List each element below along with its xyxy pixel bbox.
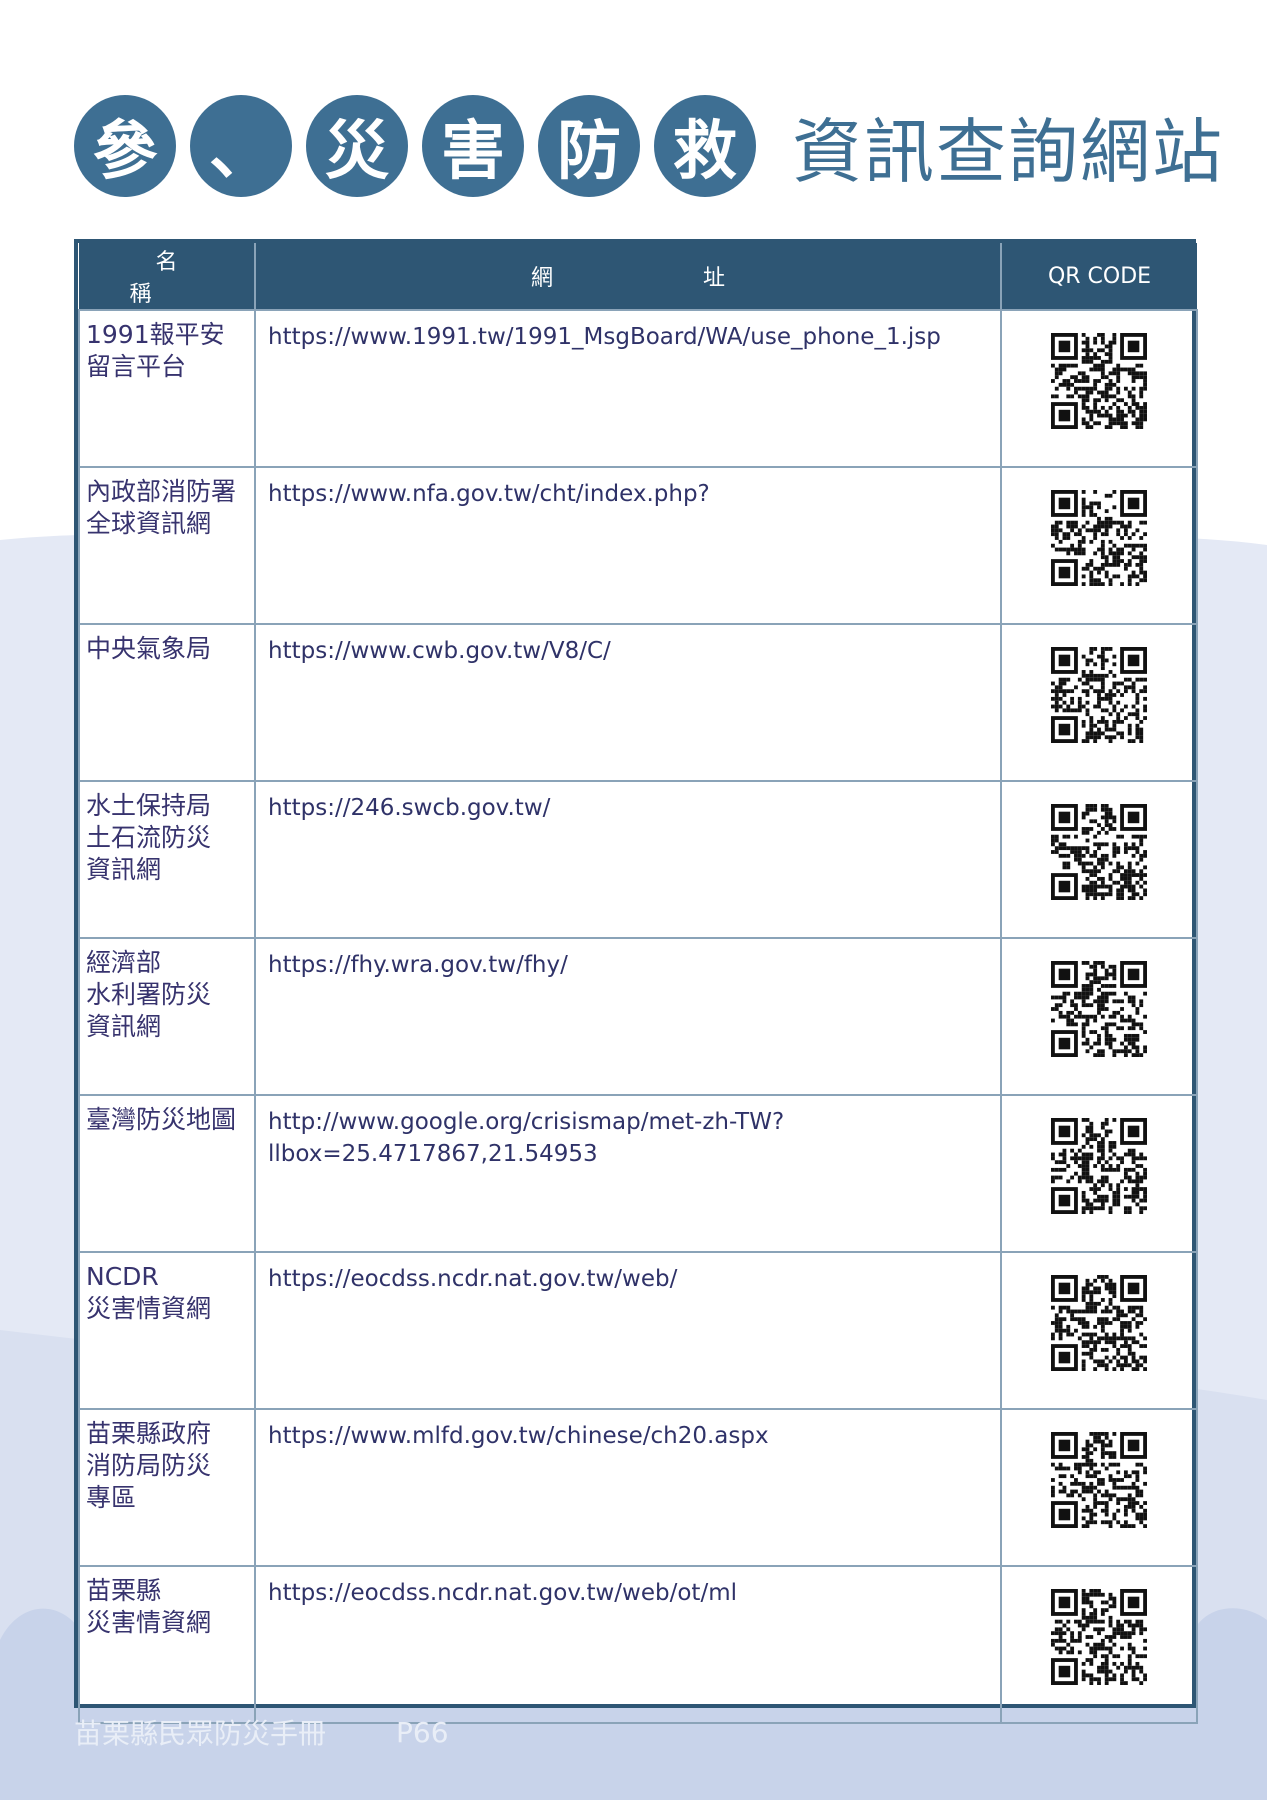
qr-code-cell <box>1000 937 1198 1096</box>
title-circle: 災 <box>306 95 408 197</box>
qr-code-cell <box>1000 1251 1198 1410</box>
site-url-link[interactable]: https://www.cwb.gov.tw/V8/C/ <box>254 623 1002 782</box>
site-name: 臺灣防災地圖 <box>78 1094 256 1253</box>
page-title: 參 、 災 害 防 救 資訊查詢網站 <box>74 92 1224 200</box>
table-row: NCDR 災害情資網 https://eocdss.ncdr.nat.gov.tw… <box>78 1251 1198 1410</box>
qr-code-cell <box>1000 1565 1198 1724</box>
title-circle: 防 <box>538 95 640 197</box>
site-name: 苗栗縣 災害情資網 <box>78 1565 256 1724</box>
qr-code-icon <box>1051 1275 1147 1371</box>
site-name: 內政部消防署 全球資訊網 <box>78 466 256 625</box>
table-row: 臺灣防災地圖 http://www.google.org/crisismap/me… <box>78 1094 1198 1253</box>
table-row: 經濟部 水利署防災 資訊網 https://fhy.wra.gov.tw/fhy/ <box>78 937 1198 1096</box>
site-name: NCDR 災害情資網 <box>78 1251 256 1410</box>
site-url-link[interactable]: https://246.swcb.gov.tw/ <box>254 780 1002 939</box>
site-url-link[interactable]: https://eocdss.ncdr.nat.gov.tw/web/ <box>254 1251 1002 1410</box>
site-url-link[interactable]: http://www.google.org/crisismap/met-zh-T… <box>254 1094 1002 1253</box>
table-row: 中央氣象局 https://www.cwb.gov.tw/V8/C/ <box>78 623 1198 782</box>
title-circle: 害 <box>422 95 524 197</box>
qr-code-icon <box>1051 490 1147 586</box>
qr-code-icon <box>1051 804 1147 900</box>
table-row: 1991報平安 留言平台 https://www.1991.tw/1991_Msg… <box>78 309 1198 468</box>
qr-code-icon <box>1051 961 1147 1057</box>
table-row: 水土保持局 土石流防災 資訊網 https://246.swcb.gov.tw/ <box>78 780 1198 939</box>
site-name: 苗栗縣政府 消防局防災 專區 <box>78 1408 256 1567</box>
qr-code-cell <box>1000 466 1198 625</box>
site-url-link[interactable]: https://fhy.wra.gov.tw/fhy/ <box>254 937 1002 1096</box>
qr-code-cell <box>1000 309 1198 468</box>
qr-code-cell <box>1000 1094 1198 1253</box>
title-circle: 救 <box>654 95 756 197</box>
qr-code-cell <box>1000 780 1198 939</box>
header-name: 名稱 <box>79 243 255 310</box>
qr-code-cell <box>1000 623 1198 782</box>
qr-code-icon <box>1051 1118 1147 1214</box>
qr-code-icon <box>1051 647 1147 743</box>
table-row: 苗栗縣政府 消防局防災 專區 https://www.mlfd.gov.tw/ch… <box>78 1408 1198 1567</box>
page-number: P66 <box>396 1715 449 1749</box>
site-url-link[interactable]: https://www.1991.tw/1991_MsgBoard/WA/use… <box>254 309 1002 468</box>
table-row: 內政部消防署 全球資訊網 https://www.nfa.gov.tw/cht/i… <box>78 466 1198 625</box>
site-name: 1991報平安 留言平台 <box>78 309 256 468</box>
qr-code-cell <box>1000 1408 1198 1567</box>
qr-code-icon <box>1051 333 1147 429</box>
page-subtitle: 資訊查詢網站 <box>792 110 1224 193</box>
site-name: 經濟部 水利署防災 資訊網 <box>78 937 256 1096</box>
site-name: 中央氣象局 <box>78 623 256 782</box>
websites-table: 名稱 網址 QR CODE 1991報平安 留言平台 https://www.19… <box>74 239 1198 1724</box>
table-header-row: 名稱 網址 QR CODE <box>79 243 1197 310</box>
table-row: 苗栗縣 災害情資網 https://eocdss.ncdr.nat.gov.tw/… <box>78 1565 1198 1724</box>
header-qr: QR CODE <box>1000 243 1197 310</box>
site-url-link[interactable]: https://eocdss.ncdr.nat.gov.tw/web/ot/ml <box>254 1565 1002 1724</box>
footer-title: 苗栗縣民眾防災手冊 <box>74 1717 327 1750</box>
title-circle: 參 <box>74 95 176 197</box>
qr-code-icon <box>1051 1432 1147 1528</box>
page-footer: 苗栗縣民眾防災手冊 P66 <box>74 1710 449 1754</box>
title-circle: 、 <box>190 95 292 197</box>
qr-code-icon <box>1051 1589 1147 1685</box>
site-name: 水土保持局 土石流防災 資訊網 <box>78 780 256 939</box>
site-url-link[interactable]: https://www.nfa.gov.tw/cht/index.php? <box>254 466 1002 625</box>
site-url-link[interactable]: https://www.mlfd.gov.tw/chinese/ch20.asp… <box>254 1408 1002 1567</box>
header-url: 網址 <box>254 243 1001 310</box>
